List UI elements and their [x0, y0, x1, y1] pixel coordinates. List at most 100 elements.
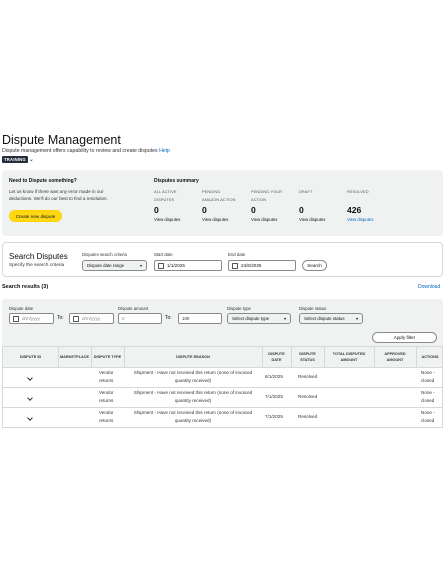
- summary-card-all-active: ALL ACTIVE DISPUTES 0 View disputes: [154, 188, 194, 222]
- dispute-date-cell: 7/1/2025: [265, 394, 283, 399]
- dispute-status-select[interactable]: Select dispute status ▾: [299, 313, 363, 324]
- overview-panel: Need to Dispute something? Let us know i…: [2, 170, 443, 236]
- column-divider: [291, 347, 292, 367]
- summary-label: DISPUTES: [154, 196, 175, 202]
- results-table: DISPUTE ID MARKETPLACE DISPUTE TYPE DISP…: [2, 346, 443, 428]
- dispute-amount-label: Dispute amount: [118, 306, 149, 311]
- dispute-status-cell: Resolved: [298, 374, 318, 379]
- column-header: DISPUTE ID: [19, 355, 42, 359]
- actions-line: None -: [421, 390, 435, 395]
- calendar-icon: [73, 315, 79, 322]
- start-date-label: Start date: [154, 252, 173, 257]
- dispute-type-placeholder: Select dispute type: [232, 316, 270, 321]
- summary-label: ALL ACTIVE: [154, 189, 177, 194]
- summary-value: 426: [347, 205, 362, 215]
- dispute-date-from-input[interactable]: d/m/yyyy: [9, 313, 54, 324]
- dispute-date-label: Dispute date: [9, 306, 34, 311]
- dispute-type-line: returns: [99, 378, 114, 383]
- dispute-type-line: Vendor: [99, 410, 114, 415]
- view-disputes-link[interactable]: View disputes: [347, 217, 391, 222]
- training-badge: TRAINING: [2, 156, 28, 163]
- calendar-icon: [232, 262, 238, 269]
- results-title: Search results (3): [2, 284, 49, 290]
- table-row: Vendor returns Shipment - Have not recei…: [3, 407, 442, 427]
- view-disputes-link[interactable]: View disputes: [202, 217, 246, 222]
- page-title: Dispute Management: [2, 133, 121, 147]
- expand-row-icon[interactable]: [27, 395, 33, 401]
- actions-line: None -: [421, 370, 435, 375]
- chevron-down-icon: ▾: [355, 316, 358, 321]
- dispute-reason-line: quantity received): [174, 418, 212, 423]
- dispute-reason-cell: Shipment - Have not received this return…: [124, 369, 262, 385]
- criteria-select[interactable]: Dispute date range ▾: [82, 260, 147, 271]
- amount-from-input[interactable]: 0: [118, 313, 162, 324]
- expand-row-icon[interactable]: [27, 415, 33, 421]
- summary-label: RESOLVED: [347, 189, 369, 194]
- end-date-label: End date: [228, 252, 246, 257]
- summary-label: ACTION: [251, 196, 267, 202]
- dispute-reason-cell: Shipment - Have not received this return…: [124, 389, 262, 405]
- dispute-type-line: Vendor: [99, 390, 114, 395]
- criteria-value: Dispute date range: [87, 263, 125, 268]
- calendar-icon: [13, 315, 19, 322]
- dispute-type-select[interactable]: Select dispute type ▾: [227, 313, 291, 324]
- dispute-reason-cell: Shipment - Have not received this return…: [124, 409, 262, 425]
- search-button[interactable]: Search: [302, 260, 327, 271]
- view-disputes-link[interactable]: View disputes: [299, 217, 339, 222]
- create-dispute-button[interactable]: Create new dispute: [9, 210, 62, 222]
- training-dropdown[interactable]: TRAINING ⌄: [2, 156, 34, 163]
- dispute-type-line: returns: [99, 418, 114, 423]
- column-header: DISPUTE DATE: [268, 352, 285, 362]
- summary-heading: Disputes summary: [154, 178, 199, 184]
- start-date-input[interactable]: 1/1/2025: [154, 260, 222, 271]
- summary-label: AMAZON ACTION: [202, 196, 236, 202]
- criteria-label: Disputes search criteria: [82, 252, 127, 257]
- dispute-reason-line: Shipment - Have not received this return…: [133, 410, 253, 415]
- dispute-type-cell: Vendor returns: [99, 409, 114, 425]
- column-header: APPROVED AMOUNT: [384, 352, 406, 362]
- actions-cell: None - closed: [421, 409, 435, 425]
- summary-label: [347, 196, 391, 204]
- column-divider: [324, 347, 325, 367]
- amount-from-placeholder: 0: [122, 316, 125, 321]
- amount-to-input[interactable]: 100: [178, 313, 222, 324]
- dispute-type-line: returns: [99, 398, 114, 403]
- actions-cell: None - closed: [421, 389, 435, 405]
- column-divider: [416, 347, 417, 367]
- column-header: ACTIONS: [421, 355, 439, 359]
- dispute-type-line: Vendor: [99, 370, 114, 375]
- calendar-icon: [158, 262, 164, 269]
- date-placeholder: d/m/yyyy: [22, 316, 41, 321]
- help-link[interactable]: Help: [159, 148, 170, 154]
- table-row: Vendor returns Shipment - Have not recei…: [3, 387, 442, 407]
- download-link[interactable]: Download: [418, 284, 440, 290]
- view-disputes-link[interactable]: View disputes: [251, 217, 295, 222]
- summary-label: DRAFT: [299, 189, 313, 194]
- dispute-status-label: Dispute status: [299, 306, 327, 311]
- column-header: DISPUTE STATUS: [299, 352, 316, 362]
- search-subheading: Specify the search criteria: [9, 263, 65, 268]
- summary-value: 0: [299, 205, 304, 215]
- apply-filter-button[interactable]: Apply filter: [372, 332, 437, 343]
- need-dispute-text-2: deductions. We'll do our best to find a …: [9, 196, 108, 201]
- search-disputes-card: Search Disputes Specify the search crite…: [2, 242, 443, 277]
- to-label: To:: [57, 315, 64, 321]
- dispute-status-cell: Resolved: [298, 414, 318, 419]
- summary-label: PENDING YOUR: [251, 189, 283, 194]
- chevron-down-icon: ▾: [139, 263, 142, 268]
- summary-value: 0: [154, 205, 159, 215]
- dispute-reason-line: quantity received): [174, 398, 212, 403]
- filter-panel: Dispute date d/m/yyyy To: d/m/yyyy Dispu…: [2, 299, 443, 346]
- dispute-reason-line: Shipment - Have not received this return…: [133, 390, 253, 395]
- need-dispute-text-1: Let us know if there was any error made …: [9, 189, 104, 194]
- chevron-down-icon: ▾: [283, 316, 286, 321]
- expand-row-icon[interactable]: [27, 375, 33, 381]
- dispute-date-cell: 8/1/2025: [265, 374, 283, 379]
- view-disputes-link[interactable]: View disputes: [154, 217, 194, 222]
- dispute-date-to-input[interactable]: d/m/yyyy: [69, 313, 114, 324]
- summary-value: 0: [251, 205, 256, 215]
- summary-label: PENDING: [202, 189, 221, 194]
- end-date-input[interactable]: 24/6/2025: [228, 260, 296, 271]
- column-divider: [262, 347, 263, 367]
- need-dispute-heading: Need to Dispute something?: [9, 178, 77, 184]
